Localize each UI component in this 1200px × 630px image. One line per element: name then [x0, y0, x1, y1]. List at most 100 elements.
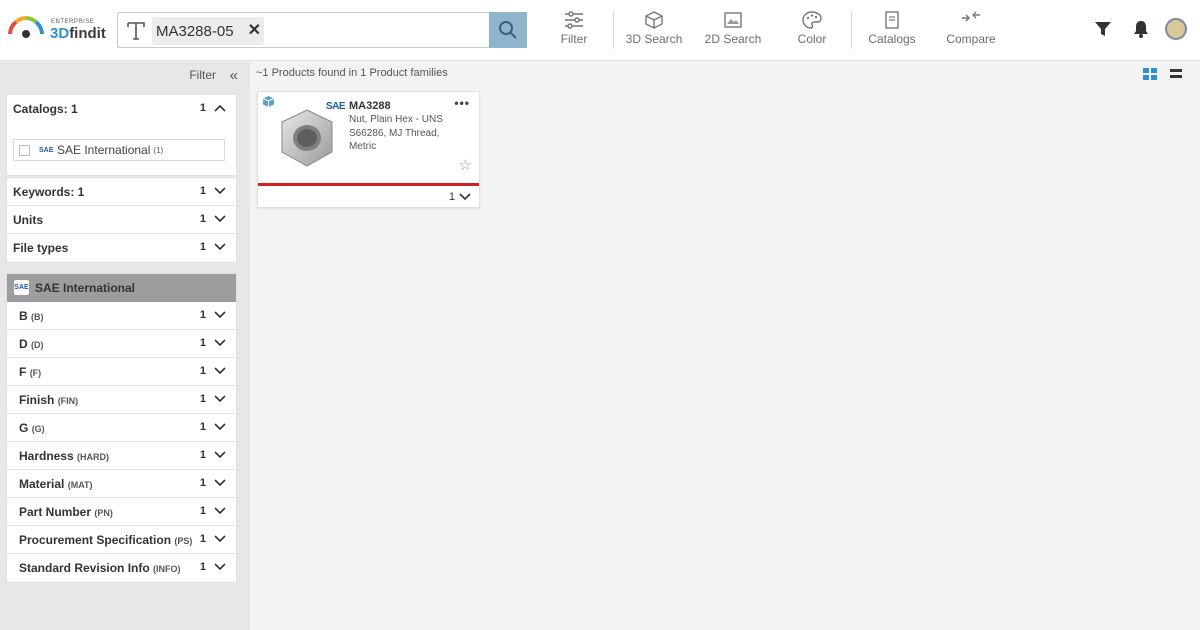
- search-button[interactable]: [489, 12, 527, 48]
- catalogs-row[interactable]: Catalogs: 1 1: [7, 95, 236, 123]
- user-avatar[interactable]: [1165, 18, 1187, 40]
- bell-icon[interactable]: [1132, 19, 1150, 39]
- toolbar-catalogs-label: Catalogs: [868, 32, 916, 46]
- toolbar-color-label: Color: [797, 32, 827, 46]
- toolbar-compare-label: Compare: [946, 32, 996, 46]
- product-card[interactable]: SAE MA3288 Nut, Plain Hex - UNS S66286, …: [257, 91, 480, 208]
- top-bar: ENTERPRISE 3Dfindit MA3288-05 ✕ Filter 3…: [0, 0, 1200, 61]
- toolbar-2d-search[interactable]: 2D Search: [693, 10, 773, 52]
- filter-row-units[interactable]: Units 1: [7, 206, 236, 234]
- attribute-count: 1: [199, 421, 206, 433]
- gauge-logo-icon: [8, 16, 44, 38]
- sae-section-header[interactable]: SAE SAE International: [7, 274, 236, 302]
- filter-count: 1: [199, 213, 206, 225]
- chevron-down-icon[interactable]: [214, 186, 226, 196]
- chevron-down-icon[interactable]: [214, 478, 226, 488]
- filter-funnel-icon[interactable]: [1094, 20, 1112, 38]
- filter-label: Keywords: 1: [13, 185, 85, 199]
- sae-section-title: SAE International: [35, 281, 136, 295]
- sae-logo-icon: SAE: [39, 146, 54, 154]
- search-bar: MA3288-05 ✕: [117, 12, 527, 48]
- attribute-row[interactable]: Material (MAT) 1: [7, 470, 236, 498]
- attribute-label: F (F): [19, 365, 42, 379]
- attribute-label: Part Number (PN): [19, 505, 113, 519]
- catalog-option-sae[interactable]: SAE SAE International (1): [13, 139, 225, 161]
- attribute-row[interactable]: G (G) 1: [7, 414, 236, 442]
- filter-row-keywords[interactable]: Keywords: 1 1: [7, 178, 236, 206]
- attribute-row[interactable]: Finish (FIN) 1: [7, 386, 236, 414]
- chevron-down-icon[interactable]: [214, 450, 226, 460]
- attribute-row[interactable]: Part Number (PN) 1: [7, 498, 236, 526]
- attribute-count: 1: [199, 477, 206, 489]
- filter-panel-header: Filter «: [0, 68, 248, 86]
- chevron-down-icon[interactable]: [214, 310, 226, 320]
- app-logo[interactable]: ENTERPRISE 3Dfindit: [6, 14, 110, 44]
- attribute-label: B (B): [19, 309, 44, 323]
- product-thumbnail: [281, 109, 333, 167]
- chevron-down-icon[interactable]: [214, 534, 226, 544]
- image-icon: [724, 12, 742, 28]
- product-card-accent: [258, 183, 479, 186]
- toolbar-3d-search-label: 3D Search: [625, 32, 683, 46]
- grid-view-icon[interactable]: [1143, 68, 1157, 80]
- search-input[interactable]: [268, 17, 488, 45]
- chevron-down-icon[interactable]: [214, 214, 226, 224]
- attribute-count: 1: [199, 393, 206, 405]
- attribute-row[interactable]: B (B) 1: [7, 302, 236, 330]
- chevron-down-icon[interactable]: [214, 242, 226, 252]
- filter-row-file-types[interactable]: File types 1: [7, 234, 236, 262]
- palette-icon: [802, 11, 822, 29]
- attribute-label: D (D): [19, 337, 44, 351]
- compare-arrows-icon: [962, 11, 980, 22]
- catalog-option-count: (1): [153, 145, 164, 155]
- logo-title: 3Dfindit: [50, 25, 106, 42]
- text-search-icon[interactable]: [124, 19, 148, 43]
- attribute-row[interactable]: Procurement Specification (PS) 1: [7, 526, 236, 554]
- chevron-down-icon[interactable]: [214, 366, 226, 376]
- toolbar-color[interactable]: Color: [772, 10, 852, 52]
- more-options-icon[interactable]: •••: [454, 96, 470, 110]
- attribute-count: 1: [199, 337, 206, 349]
- attribute-row[interactable]: Standard Revision Info (INFO) 1: [7, 554, 236, 582]
- sliders-icon: [565, 11, 583, 29]
- toolbar-catalogs[interactable]: Catalogs: [852, 10, 932, 52]
- attribute-count: 1: [199, 533, 206, 545]
- attribute-label: Finish (FIN): [19, 393, 79, 407]
- toolbar-3d-search[interactable]: 3D Search: [614, 10, 694, 52]
- catalogs-count: 1: [199, 102, 206, 114]
- chevron-down-icon[interactable]: [214, 338, 226, 348]
- list-view-icon[interactable]: [1170, 68, 1182, 80]
- results-summary: ~1 Products found in 1 Product families: [256, 67, 448, 79]
- chevron-down-icon[interactable]: [214, 506, 226, 516]
- remove-chip-icon[interactable]: ✕: [248, 21, 261, 41]
- chevron-up-icon[interactable]: [214, 103, 226, 113]
- catalogs-panel: Catalogs: 1 1 SAE SAE International (1): [6, 94, 237, 176]
- chevron-down-icon[interactable]: [214, 394, 226, 404]
- search-chip[interactable]: MA3288-05 ✕: [152, 17, 264, 45]
- product-name[interactable]: MA3288: [349, 100, 391, 112]
- chevron-down-icon[interactable]: [214, 562, 226, 572]
- catalogs-label: Catalogs: 1: [13, 102, 78, 116]
- attribute-count: 1: [199, 309, 206, 321]
- favorite-star-icon[interactable]: ☆: [459, 156, 472, 174]
- chevron-down-icon[interactable]: [459, 192, 471, 202]
- collapse-sidebar-icon[interactable]: «: [230, 68, 238, 83]
- product-description: Nut, Plain Hex - UNS S66286, MJ Thread, …: [349, 114, 443, 152]
- sae-attributes-panel: SAE SAE International B (B) 1 D (D) 1 F (F) 1…: [6, 273, 237, 583]
- sae-logo-icon: SAE: [14, 280, 29, 295]
- catalog-checkbox[interactable]: [19, 144, 30, 156]
- chevron-down-icon[interactable]: [214, 422, 226, 432]
- attribute-list: B (B) 1 D (D) 1 F (F) 1 Finish (FIN) 1 G (G) 1 Har…: [7, 302, 236, 582]
- attribute-row[interactable]: Hardness (HARD) 1: [7, 442, 236, 470]
- attribute-row[interactable]: F (F) 1: [7, 358, 236, 386]
- search-icon: [499, 21, 517, 39]
- toolbar-filter-label: Filter: [560, 32, 588, 46]
- general-filters-panel: Keywords: 1 1 Units 1 File types 1: [6, 177, 237, 263]
- attribute-row[interactable]: D (D) 1: [7, 330, 236, 358]
- toolbar-compare[interactable]: Compare: [931, 10, 1011, 52]
- attribute-label: Hardness (HARD): [19, 449, 110, 463]
- toolbar-filter[interactable]: Filter: [534, 10, 614, 52]
- book-icon: [885, 11, 899, 29]
- filter-count: 1: [199, 185, 206, 197]
- filter-label: File types: [13, 241, 69, 255]
